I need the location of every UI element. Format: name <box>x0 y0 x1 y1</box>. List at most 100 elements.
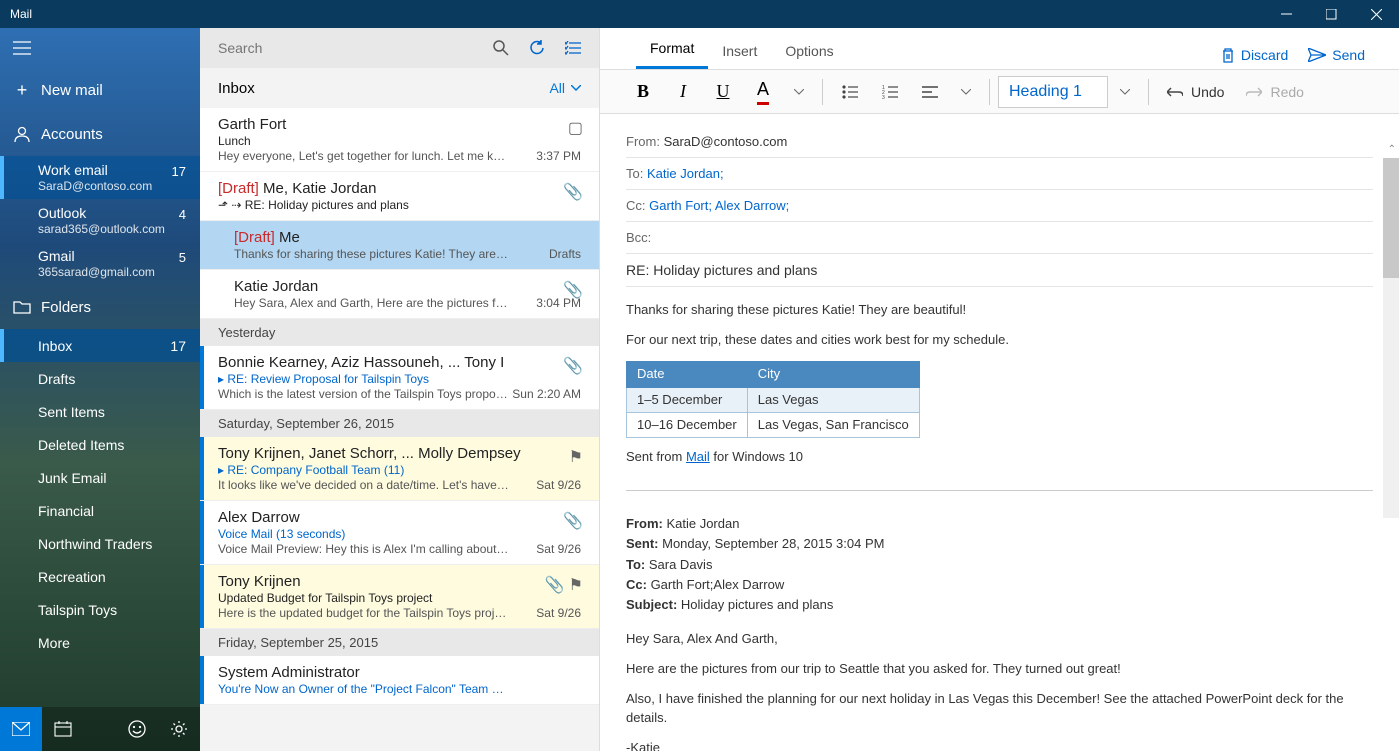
bcc-field[interactable]: Bcc: <box>626 222 1373 254</box>
close-button[interactable] <box>1354 0 1399 28</box>
folder-item[interactable]: Drafts <box>0 362 200 395</box>
discard-label: Discard <box>1241 47 1288 63</box>
folder-item[interactable]: More <box>0 626 200 659</box>
message-item[interactable]: Bonnie Kearney, Aziz Hassouneh, ... Tony… <box>200 346 599 410</box>
folder-item[interactable]: Inbox17 <box>0 329 200 362</box>
font-color-button[interactable]: A <box>744 75 782 109</box>
search-input[interactable] <box>218 40 483 56</box>
sidebar: + New mail Accounts Work emailSaraD@cont… <box>0 28 200 751</box>
feedback-button[interactable] <box>116 707 158 751</box>
to-field[interactable]: To: Katie Jordan; <box>626 158 1373 190</box>
flag-icon: ⚑ <box>569 575 583 595</box>
schedule-table: DateCity 1–5 DecemberLas Vegas 10–16 Dec… <box>626 361 920 438</box>
scrollbar[interactable] <box>1383 158 1399 518</box>
attachment-icon: 📎 <box>545 575 565 595</box>
from-field: From: SaraD@contoso.com <box>626 126 1373 158</box>
mail-link[interactable]: Mail <box>686 449 710 464</box>
folder-item[interactable]: Financial <box>0 494 200 527</box>
message-item[interactable]: Alex Darrow Voice Mail (13 seconds) Voic… <box>200 501 599 565</box>
message-item[interactable]: Tony Krijnen, Janet Schorr, ... Molly De… <box>200 437 599 501</box>
new-mail-button[interactable]: + New mail <box>0 68 200 112</box>
mail-app-button[interactable] <box>0 707 42 751</box>
attachment-icon: 📎 <box>563 182 583 202</box>
message-item[interactable]: [Draft] Me, Katie Jordan ⬏ ⇢ RE: Holiday… <box>200 172 599 221</box>
plus-icon: + <box>13 80 31 101</box>
date-header: Saturday, September 26, 2015 <box>200 410 599 437</box>
folder-title: Inbox <box>218 80 255 97</box>
folder-item[interactable]: Northwind Traders <box>0 527 200 560</box>
filter-dropdown[interactable]: All <box>549 80 581 96</box>
settings-button[interactable] <box>158 707 200 751</box>
minimize-button[interactable] <box>1264 0 1309 28</box>
style-more-dropdown[interactable] <box>1110 75 1140 109</box>
date-header: Friday, September 25, 2015 <box>200 629 599 656</box>
folders-label: Folders <box>41 299 91 316</box>
send-label: Send <box>1332 47 1365 63</box>
calendar-app-button[interactable] <box>42 707 84 751</box>
folder-item[interactable]: Tailspin Toys <box>0 593 200 626</box>
attachment-icon: 📎 <box>563 511 583 531</box>
hamburger-button[interactable] <box>0 28 200 68</box>
number-list-button[interactable]: 123 <box>871 75 909 109</box>
align-button[interactable] <box>911 75 949 109</box>
inbox-header: Inbox All <box>200 68 599 108</box>
accounts-label: Accounts <box>41 126 103 143</box>
category-icon: ▢ <box>568 118 583 138</box>
folder-item[interactable]: Junk Email <box>0 461 200 494</box>
sync-button[interactable] <box>519 32 555 64</box>
send-button[interactable]: Send <box>1298 41 1375 69</box>
bullet-list-button[interactable] <box>831 75 869 109</box>
account-item[interactable]: Gmail365sarad@gmail.com5 <box>0 242 200 285</box>
message-item[interactable]: Katie Jordan Hey Sara, Alex and Garth, H… <box>200 270 599 319</box>
message-item[interactable]: [Draft] Me Thanks for sharing these pict… <box>200 221 599 270</box>
accounts-header[interactable]: Accounts <box>0 112 200 156</box>
flag-icon: ⚑ <box>569 447 583 467</box>
font-more-dropdown[interactable] <box>784 75 814 109</box>
underline-button[interactable]: U <box>704 75 742 109</box>
compose-area[interactable]: From: SaraD@contoso.com To: Katie Jordan… <box>600 114 1399 751</box>
redo-label: Redo <box>1270 84 1303 100</box>
message-item[interactable]: Garth Fort Lunch Hey everyone, Let's get… <box>200 108 599 172</box>
bold-button[interactable]: B <box>624 75 662 109</box>
search-button[interactable] <box>483 32 519 64</box>
account-item[interactable]: Work emailSaraD@contoso.com17 <box>0 156 200 199</box>
redo-button[interactable]: Redo <box>1236 75 1313 109</box>
undo-label: Undo <box>1191 84 1224 100</box>
tab-format[interactable]: Format <box>636 30 708 69</box>
message-body[interactable]: Thanks for sharing these pictures Katie!… <box>626 287 1373 751</box>
para-more-dropdown[interactable] <box>951 75 981 109</box>
reading-pane: Format Insert Options Discard Send B I U… <box>600 28 1399 751</box>
style-label: Heading 1 <box>1009 83 1082 101</box>
undo-button[interactable]: Undo <box>1157 75 1234 109</box>
discard-button[interactable]: Discard <box>1211 41 1298 69</box>
filter-label: All <box>549 80 565 96</box>
scrollbar-thumb[interactable] <box>1383 158 1399 278</box>
bottom-bar <box>0 707 200 751</box>
new-mail-label: New mail <box>41 82 103 99</box>
attachment-icon: 📎 <box>563 280 583 300</box>
select-button[interactable] <box>555 32 591 64</box>
date-header: Yesterday <box>200 319 599 346</box>
svg-text:3: 3 <box>882 95 885 99</box>
maximize-button[interactable] <box>1309 0 1354 28</box>
format-ribbon: B I U A 123 Heading 1 Undo Redo <box>600 70 1399 114</box>
italic-button[interactable]: I <box>664 75 702 109</box>
folder-item[interactable]: Deleted Items <box>0 428 200 461</box>
scroll-up-icon[interactable]: ⌃ <box>1388 144 1396 155</box>
folders-header[interactable]: Folders <box>0 285 200 329</box>
tab-insert[interactable]: Insert <box>708 33 771 69</box>
titlebar: Mail <box>0 0 1399 28</box>
tab-options[interactable]: Options <box>771 33 847 69</box>
compose-tabs: Format Insert Options Discard Send <box>600 28 1399 70</box>
folder-item[interactable]: Recreation <box>0 560 200 593</box>
cc-field[interactable]: Cc: Garth Fort; Alex Darrow; <box>626 190 1373 222</box>
attachment-icon: 📎 <box>563 356 583 376</box>
subject-field[interactable]: RE: Holiday pictures and plans <box>626 254 1373 287</box>
message-item[interactable]: System Administrator You're Now an Owner… <box>200 656 599 705</box>
message-item[interactable]: Tony Krijnen Updated Budget for Tailspin… <box>200 565 599 629</box>
folder-item[interactable]: Sent Items <box>0 395 200 428</box>
app-title: Mail <box>10 7 32 21</box>
message-list: Inbox All Garth Fort Lunch Hey everyone,… <box>200 28 600 751</box>
style-select[interactable]: Heading 1 <box>998 76 1108 108</box>
account-item[interactable]: Outlooksarad365@outlook.com4 <box>0 199 200 242</box>
